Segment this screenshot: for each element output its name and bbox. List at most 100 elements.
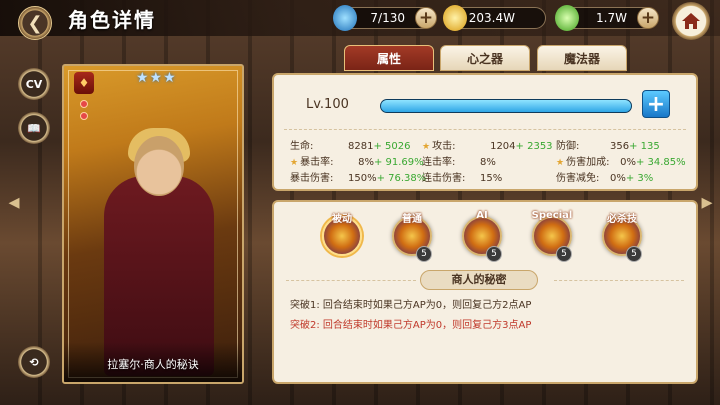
cv-label: CV [25, 77, 43, 91]
rotate-icon: ⟲ [29, 355, 39, 369]
stat-row: 防御: 356+ 135 [556, 137, 660, 152]
skill-icon[interactable]: 被动 [322, 214, 362, 256]
skill-icon[interactable]: 普通 5 [392, 214, 432, 262]
skill-level-badge: 5 [486, 246, 502, 262]
slot-dot [80, 100, 88, 108]
stat-bonus: + 135 [629, 141, 660, 152]
chevron-left-icon: ◂ [8, 190, 20, 215]
green-crystal-icon [555, 5, 579, 31]
tab-attributes[interactable]: 属性 [344, 45, 434, 71]
add-crystal-button[interactable]: + [637, 7, 659, 29]
stat-value: 356 [610, 141, 630, 152]
skill-title: 商人的秘密 [420, 270, 538, 290]
stat-label: 防御: [556, 141, 580, 152]
exp-bar-fill [381, 100, 631, 112]
stat-bonus: + 34.85% [635, 157, 686, 168]
stat-row: ★ 暴击率: 8%+ 91.69% [290, 153, 424, 168]
stat-label: 生命: [290, 141, 314, 152]
back-arrow-icon: ❮ [27, 12, 43, 34]
blue-gem-icon [333, 5, 357, 31]
profile-book-button[interactable]: 📖 [18, 112, 50, 144]
divider [554, 280, 684, 281]
add-gem-button[interactable]: + [415, 7, 437, 29]
stat-value: 0% [620, 157, 636, 168]
stat-label: 连击伤害: [422, 173, 466, 184]
chevron-right-icon: ▸ [701, 190, 713, 215]
stat-value: 1204 [490, 141, 516, 152]
crystal-count: 1.7W [596, 11, 627, 25]
break-1-label: 突破1: [290, 300, 320, 311]
divider [284, 129, 686, 130]
stat-bonus: + 91.69% [373, 157, 424, 168]
stat-row: ★ 攻击: 1204+ 2353 [422, 137, 553, 152]
stat-value: 15% [480, 173, 503, 184]
stat-bonus: + 5026 [373, 141, 411, 152]
rarity-stars: ★★★ [136, 70, 177, 86]
stat-label: 连击率: [422, 157, 456, 168]
gem-count: 7/130 [370, 11, 405, 25]
gem-resource: 7/130 + [333, 5, 437, 31]
crystal-resource: 1.7W + [555, 5, 659, 31]
gold-coin-icon [443, 5, 467, 31]
stat-row: 生命: 8281+ 5026 [290, 137, 410, 152]
exp-bar [380, 99, 632, 113]
stats-panel: Lv.100 + 生命: 8281+ 5026 ★ 攻击: 1204+ 2353 防御: 3… [272, 73, 698, 191]
stat-bonus: + 3% [625, 173, 654, 184]
stat-value: 150% [348, 173, 377, 184]
back-button[interactable]: ❮ [18, 6, 52, 40]
skill-icon[interactable]: Special 5 [532, 210, 572, 262]
card-name: 拉塞尔·商人的秘诀 [107, 358, 199, 371]
top-bar: ❮ 角色详情 7/130 + 203.4W 1.7W + [0, 0, 720, 40]
stat-label: 攻击: [432, 141, 456, 152]
skill-name: Special [531, 210, 573, 221]
cv-button[interactable]: CV [18, 68, 50, 100]
skill-icon[interactable]: 必杀技 5 [602, 214, 642, 262]
skill-level-badge: 5 [556, 246, 572, 262]
home-icon [682, 13, 700, 29]
slot-dot [80, 112, 88, 120]
stat-label: 暴击率: [300, 157, 334, 168]
stat-row: 伤害减免: 0%+ 3% [556, 169, 653, 184]
skill-name: AI [476, 210, 488, 221]
bonus-star-icon: ★ [290, 158, 299, 168]
skill-icon[interactable]: AI 5 [462, 210, 502, 262]
skill-name: 必杀技 [607, 214, 637, 225]
next-character-arrow[interactable]: ▸ [697, 190, 717, 216]
tab-heart-vessel[interactable]: 心之器 [440, 45, 530, 71]
stat-value: 8% [480, 157, 496, 168]
bonus-star-icon: ★ [556, 158, 565, 168]
home-button[interactable] [672, 2, 710, 40]
break-2: 突破2: 回合结束时如果己方AP为0，则回复己方3点AP [290, 316, 531, 331]
skill-level-badge: 5 [416, 246, 432, 262]
tab-label: 属性 [376, 51, 401, 66]
page-title: 角色详情 [68, 8, 156, 32]
stat-value: 8% [358, 157, 374, 168]
stat-row: ★ 伤害加成: 0%+ 34.85% [556, 153, 686, 168]
stat-value: 8281 [348, 141, 374, 152]
swap-button[interactable]: ⟲ [18, 346, 50, 378]
skill-level-badge: 5 [626, 246, 642, 262]
stat-label: 伤害减免: [556, 173, 600, 184]
break-1-text: 回合结束时如果己方AP为0，则回复己方2点AP [322, 300, 532, 311]
book-icon: 📖 [27, 121, 41, 135]
card-frame [68, 70, 238, 378]
skill-name: 普通 [402, 214, 422, 225]
stat-row: 暴击伤害: 150%+ 76.38% [290, 169, 426, 184]
tab-magic-device[interactable]: 魔法器 [537, 45, 627, 71]
stat-row: 连击伤害: 15% [422, 169, 502, 184]
stat-label: 暴击伤害: [290, 173, 334, 184]
bonus-star-icon: ★ [422, 142, 431, 152]
character-card[interactable]: ♦ ★★★ 拉塞尔·商人的秘诀 [62, 64, 244, 384]
level-up-button[interactable]: + [642, 90, 670, 118]
stat-bonus: + 76.38% [376, 173, 427, 184]
stat-row: 连击率: 8% [422, 153, 496, 168]
skill-name: 被动 [332, 214, 352, 225]
fire-attribute-icon: ♦ [74, 72, 94, 94]
stat-bonus: + 2353 [515, 141, 553, 152]
divider [286, 280, 416, 281]
tab-label: 魔法器 [563, 51, 600, 66]
prev-character-arrow[interactable]: ◂ [4, 190, 24, 216]
gold-count: 203.4W [468, 11, 515, 25]
level-label: Lv.100 [306, 97, 349, 112]
break-1: 突破1: 回合结束时如果己方AP为0，则回复己方2点AP [290, 296, 531, 311]
